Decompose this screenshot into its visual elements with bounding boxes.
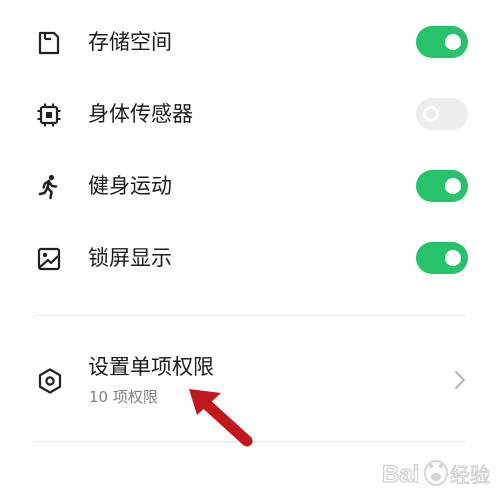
baidu-jingyan-watermark: Bai 经验 bbox=[381, 460, 491, 489]
svg-text:Bai: Bai bbox=[382, 461, 419, 488]
chip-sensor-icon bbox=[37, 103, 61, 127]
permission-label-lockscreen: 锁屏显示 bbox=[88, 246, 172, 270]
lockscreen-toggle[interactable] bbox=[416, 242, 468, 274]
hexagon-settings-icon bbox=[38, 368, 62, 394]
body-sensors-toggle[interactable] bbox=[416, 98, 468, 130]
storage-icon bbox=[38, 31, 60, 55]
permission-row-storage: 存储空间 bbox=[0, 12, 500, 72]
permission-label-fitness: 健身运动 bbox=[88, 174, 172, 198]
permission-row-body-sensors: 身体传感器 bbox=[0, 84, 500, 144]
toggle-knob bbox=[445, 250, 461, 266]
permission-row-lockscreen: 锁屏显示 bbox=[0, 228, 500, 288]
chevron-right-icon bbox=[455, 371, 465, 389]
svg-text:经验: 经验 bbox=[450, 464, 490, 487]
annotation-arrow bbox=[189, 389, 253, 447]
running-person-icon bbox=[38, 174, 58, 200]
lockscreen-image-icon bbox=[37, 247, 61, 271]
permission-row-fitness: 健身运动 bbox=[0, 156, 500, 216]
permission-label-body-sensors: 身体传感器 bbox=[88, 102, 193, 126]
divider bbox=[34, 315, 466, 316]
single-permission-title: 设置单项权限 bbox=[88, 355, 214, 379]
single-permission-count: 10 项权限 bbox=[89, 388, 158, 406]
permission-label-storage: 存储空间 bbox=[88, 30, 172, 54]
toggle-knob bbox=[423, 106, 439, 122]
fitness-toggle[interactable] bbox=[416, 170, 468, 202]
toggle-knob bbox=[445, 178, 461, 194]
toggle-knob bbox=[445, 34, 461, 50]
storage-toggle[interactable] bbox=[416, 26, 468, 58]
